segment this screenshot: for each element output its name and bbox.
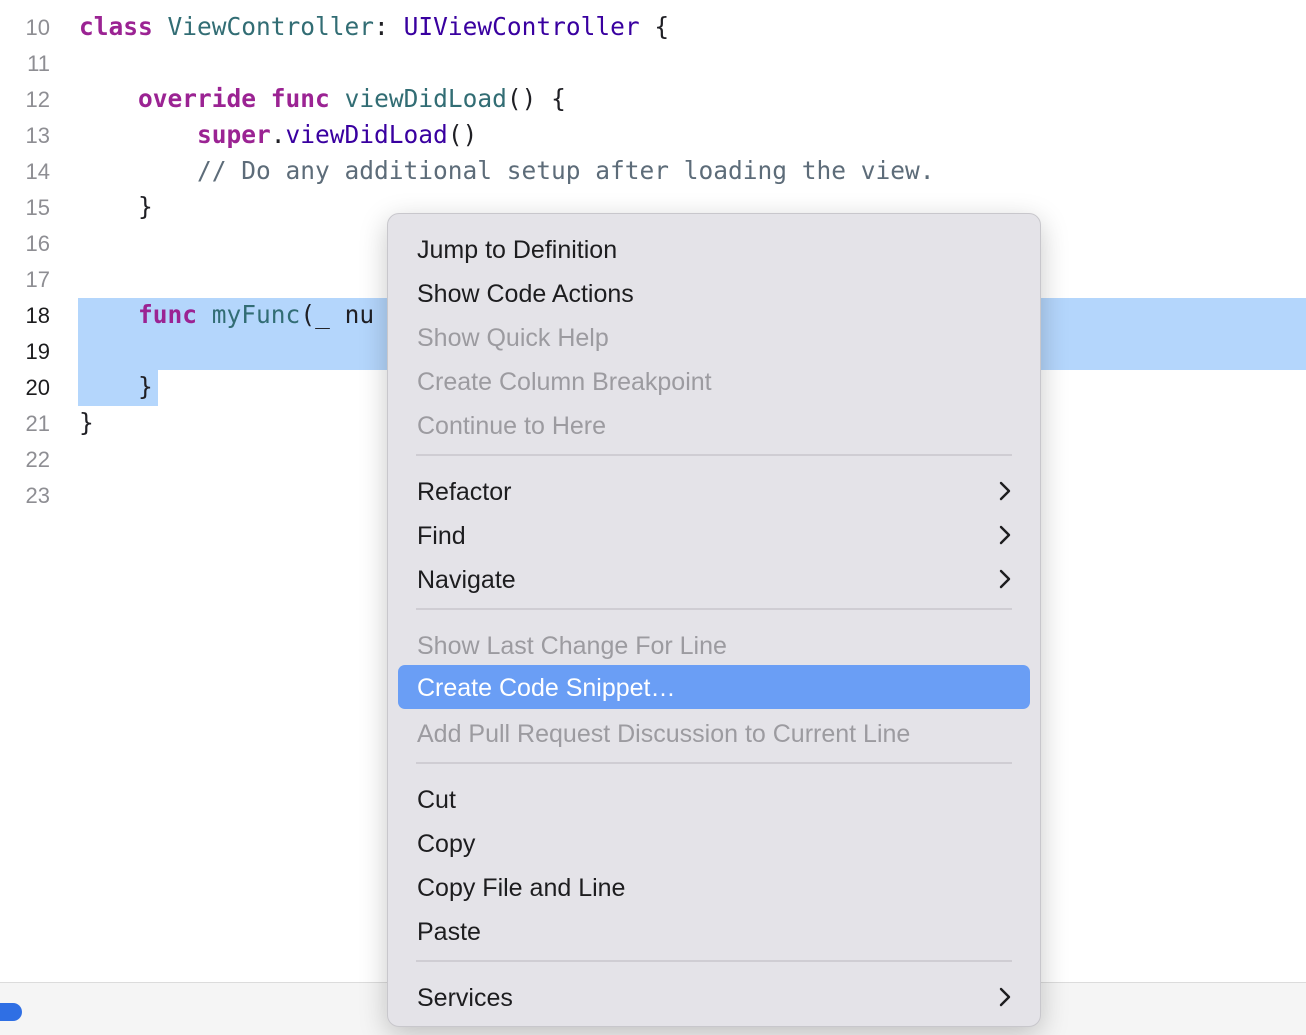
code-line[interactable]: 14 // Do any additional setup after load… xyxy=(0,154,1306,190)
menu-item-label: Navigate xyxy=(417,566,516,594)
line-number: 15 xyxy=(25,195,50,220)
line-number: 13 xyxy=(25,123,50,148)
line-number: 22 xyxy=(25,447,50,472)
line-number: 20 xyxy=(25,375,50,400)
scroll-indicator[interactable] xyxy=(0,1003,22,1021)
menu-item-label: Copy xyxy=(417,830,476,858)
menu-item-find[interactable]: Find xyxy=(398,513,1030,557)
code-token: viewDidLoad xyxy=(285,120,448,149)
chevron-right-icon xyxy=(999,987,1011,1007)
menu-item-label: Continue to Here xyxy=(417,412,607,440)
menu-item-continue-to-here: Continue to Here xyxy=(398,403,1030,447)
code-token: super xyxy=(197,120,271,149)
code-token: override xyxy=(138,84,257,113)
code-token: // Do any additional setup after loading… xyxy=(197,156,935,185)
menu-item-create-column-breakpoint: Create Column Breakpoint xyxy=(398,359,1030,403)
code-text: super.viewDidLoad() xyxy=(79,120,477,150)
chevron-right-icon xyxy=(999,525,1011,545)
menu-item-label: Create Column Breakpoint xyxy=(417,368,712,396)
menu-item-label: Show Code Actions xyxy=(417,280,634,308)
code-token: class xyxy=(79,12,153,41)
code-line[interactable]: 10 class ViewController: UIViewController… xyxy=(0,10,1306,46)
code-text: func myFunc(_ nu xyxy=(79,300,374,330)
context-menu: Jump to Definition Show Code Actions Show … xyxy=(387,213,1041,1027)
code-text: } xyxy=(79,192,153,222)
menu-item-cut[interactable]: Cut xyxy=(398,777,1030,821)
code-line[interactable]: 11 xyxy=(0,46,1306,82)
menu-item-show-quick-help: Show Quick Help xyxy=(398,315,1030,359)
menu-item-label: Show Quick Help xyxy=(417,324,609,352)
menu-item-jump-to-definition[interactable]: Jump to Definition xyxy=(398,227,1030,271)
line-number: 11 xyxy=(27,51,50,76)
code-text: } xyxy=(79,372,153,402)
code-token: func xyxy=(138,300,198,329)
menu-item-label: Paste xyxy=(417,918,481,946)
chevron-right-icon xyxy=(999,569,1011,589)
menu-separator xyxy=(416,762,1012,764)
code-text: class ViewController: UIViewController { xyxy=(79,12,669,42)
menu-separator xyxy=(416,608,1012,610)
line-number: 14 xyxy=(25,159,50,184)
menu-item-paste[interactable]: Paste xyxy=(398,909,1030,953)
code-token: (_ nu xyxy=(300,300,375,329)
chevron-right-icon xyxy=(999,481,1011,501)
code-token: : xyxy=(374,12,404,41)
code-token: { xyxy=(639,12,670,41)
menu-item-label: Copy File and Line xyxy=(417,874,626,902)
menu-separator xyxy=(416,960,1012,962)
menu-item-add-pull-request-discussion-to-current-line: Add Pull Request Discussion to Current L… xyxy=(398,711,1030,755)
code-text: } xyxy=(79,408,94,438)
line-number: 16 xyxy=(25,231,50,256)
menu-item-copy-file-and-line[interactable]: Copy File and Line xyxy=(398,865,1030,909)
line-number: 18 xyxy=(25,303,50,328)
menu-item-label: Show Last Change For Line xyxy=(417,632,727,660)
code-token: () xyxy=(447,120,478,149)
menu-item-show-code-actions[interactable]: Show Code Actions xyxy=(398,271,1030,315)
line-number: 12 xyxy=(25,87,50,112)
code-text: // Do any additional setup after loading… xyxy=(79,156,935,186)
line-number: 23 xyxy=(25,483,50,508)
code-line[interactable]: 12 override func viewDidLoad() { xyxy=(0,82,1306,118)
code-token: } xyxy=(79,192,153,221)
line-number: 19 xyxy=(25,339,50,364)
line-number: 21 xyxy=(25,411,50,436)
menu-item-refactor[interactable]: Refactor xyxy=(398,469,1030,513)
menu-item-create-code-snippet[interactable]: Create Code Snippet… xyxy=(398,665,1030,709)
menu-separator xyxy=(416,454,1012,456)
menu-item-navigate[interactable]: Navigate xyxy=(398,557,1030,601)
line-number: 17 xyxy=(25,267,50,292)
line-number: 10 xyxy=(25,15,50,40)
code-text: override func viewDidLoad() { xyxy=(79,84,566,114)
menu-item-services[interactable]: Services xyxy=(398,975,1030,1019)
code-token: } xyxy=(79,408,94,437)
code-token: } xyxy=(79,372,153,401)
menu-item-label: Services xyxy=(417,984,513,1012)
menu-item-label: Find xyxy=(417,522,466,550)
menu-item-label: Jump to Definition xyxy=(417,236,618,264)
menu-item-show-last-change-for-line: Show Last Change For Line xyxy=(398,623,1030,667)
code-token: viewDidLoad xyxy=(344,84,507,113)
code-token: func xyxy=(270,84,330,113)
menu-item-label: Create Code Snippet… xyxy=(417,674,676,702)
code-line[interactable]: 13 super.viewDidLoad() xyxy=(0,118,1306,154)
menu-item-label: Refactor xyxy=(417,478,512,506)
menu-item-label: Add Pull Request Discussion to Current L… xyxy=(417,720,911,748)
code-token: () { xyxy=(506,84,566,113)
code-token: UIViewController xyxy=(403,12,640,41)
code-token: . xyxy=(270,120,286,149)
code-token: myFunc xyxy=(211,300,301,329)
menu-item-copy[interactable]: Copy xyxy=(398,821,1030,865)
menu-item-label: Cut xyxy=(417,786,456,814)
code-token: ViewController xyxy=(167,12,375,41)
